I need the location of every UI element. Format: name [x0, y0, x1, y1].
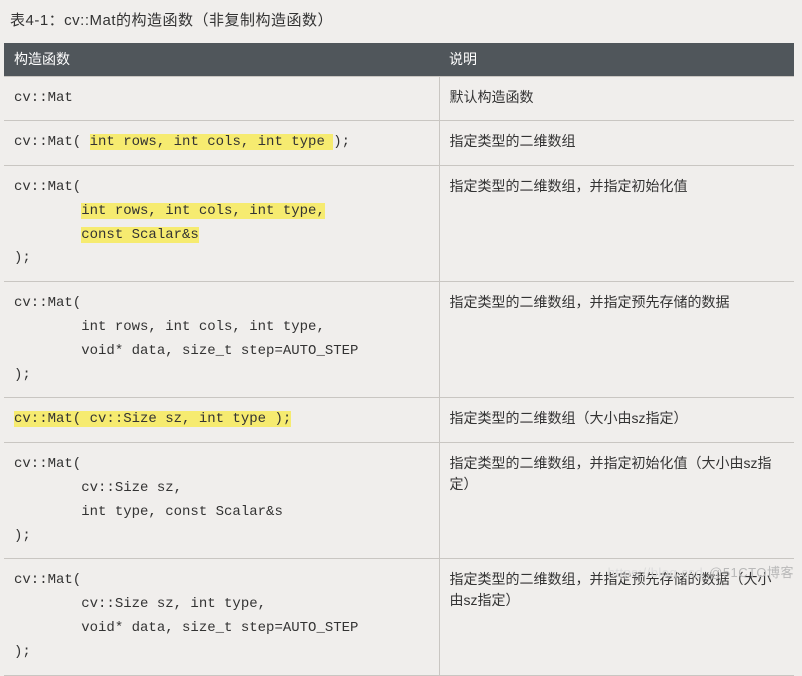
highlighted-params: int rows, int cols, int type, [81, 203, 325, 219]
header-signature: 构造函数 [4, 43, 439, 77]
signature-cell: cv::Mat( cv::Size sz, int type ); [4, 398, 439, 443]
sig-close: ); [14, 250, 31, 266]
table-row: cv::Mat( int rows, int cols, int type, v… [4, 282, 794, 398]
description-cell: 指定类型的二维数组 [439, 121, 794, 166]
sig-suffix: ); [333, 134, 350, 150]
sig-close: ); [14, 644, 31, 660]
table-row: cv::Mat( cv::Size sz, int type ); 指定类型的二… [4, 398, 794, 443]
highlighted-params: const Scalar&s [81, 227, 199, 243]
table-row: cv::Mat( int rows, int cols, int type, c… [4, 166, 794, 282]
watermark-main: @51CTO博客 [709, 565, 794, 580]
description-cell: 指定类型的二维数组（大小由sz指定） [439, 398, 794, 443]
sig-line: cv::Size sz, int type, [14, 596, 266, 612]
indent [14, 203, 81, 219]
table-row: cv::Mat( cv::Size sz, int type, const Sc… [4, 443, 794, 559]
table-row: cv::Mat( int rows, int cols, int type );… [4, 121, 794, 166]
description-cell: 指定类型的二维数组，并指定初始化值 [439, 166, 794, 282]
sig-line: int type, const Scalar&s [14, 504, 283, 520]
signature-cell: cv::Mat( int rows, int cols, int type, c… [4, 166, 439, 282]
indent [14, 227, 81, 243]
sig-prefix: cv::Mat( [14, 134, 90, 150]
sig-line: cv::Size sz, [14, 480, 182, 496]
table-caption: 表4-1：cv::Mat的构造函数（非复制构造函数） [10, 10, 802, 33]
table-row: cv::Mat 默认构造函数 [4, 76, 794, 121]
signature-cell: cv::Mat( cv::Size sz, int type, void* da… [4, 559, 439, 675]
sig-line: int rows, int cols, int type, [14, 319, 325, 335]
sig-line: cv::Mat( [14, 456, 81, 472]
header-row: 构造函数 说明 [4, 43, 794, 77]
sig-line: cv::Mat( [14, 572, 81, 588]
highlighted-params: int rows, int cols, int type [90, 134, 334, 150]
header-description: 说明 [439, 43, 794, 77]
highlighted-signature: cv::Mat( cv::Size sz, int type ); [14, 411, 291, 427]
signature-cell: cv::Mat [4, 76, 439, 121]
signature-cell: cv::Mat( int rows, int cols, int type ); [4, 121, 439, 166]
signature-cell: cv::Mat( int rows, int cols, int type, v… [4, 282, 439, 398]
watermark: https://blog.csd @51CTO博客 [608, 563, 794, 583]
sig-close: ); [14, 367, 31, 383]
description-cell: 指定类型的二维数组，并指定初始化值（大小由sz指定） [439, 443, 794, 559]
sig-close: ); [14, 528, 31, 544]
sig-line: void* data, size_t step=AUTO_STEP [14, 343, 358, 359]
description-cell: 默认构造函数 [439, 76, 794, 121]
sig-line: cv::Mat( [14, 295, 81, 311]
watermark-ghost: https://blog.csd [608, 565, 703, 580]
signature-cell: cv::Mat( cv::Size sz, int type, const Sc… [4, 443, 439, 559]
sig-line: void* data, size_t step=AUTO_STEP [14, 620, 358, 636]
sig-line: cv::Mat( [14, 179, 81, 195]
description-cell: 指定类型的二维数组，并指定预先存储的数据 [439, 282, 794, 398]
